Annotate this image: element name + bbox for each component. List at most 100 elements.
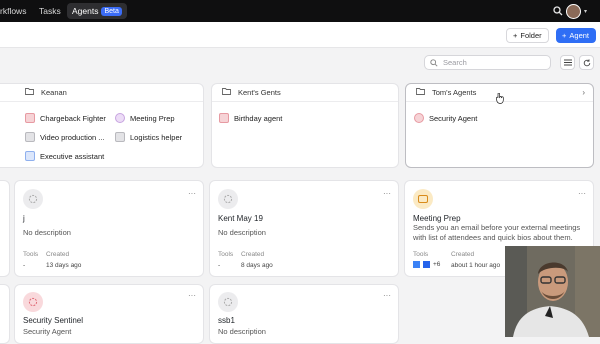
folder-item[interactable]: Birthday agent [219, 113, 282, 123]
folder-item[interactable]: Logistics helper [115, 132, 182, 142]
folder-name: Keanan [41, 88, 67, 97]
agent-description: No description [23, 228, 71, 237]
search-placeholder: Search [443, 58, 467, 67]
tools-value: - [23, 262, 26, 269]
more-options-icon[interactable]: ··· [383, 291, 391, 300]
refresh-icon [583, 58, 590, 66]
add-folder-label: Folder [520, 31, 542, 40]
agent-name: Security Sentinel [23, 316, 84, 325]
outlook-tool-icon [423, 261, 430, 268]
created-value: about 1 hour ago [451, 262, 501, 269]
list-view-button[interactable] [560, 55, 575, 70]
list-icon [563, 59, 572, 66]
folder-icon [222, 88, 231, 97]
agent-name: Kent May 19 [218, 214, 263, 223]
agent-card[interactable]: ··· Kent May 19 No description Tools Cre… [209, 180, 399, 277]
plus-icon: + [513, 31, 518, 40]
folder-item-label: Logistics helper [130, 132, 183, 142]
add-agent-label: Agent [569, 31, 589, 40]
created-label: Created [241, 251, 265, 258]
nav-tasks-label: Tasks [39, 6, 61, 16]
cursor-icon [496, 93, 504, 104]
folder-item-label: Meeting Prep [130, 113, 175, 123]
more-options-icon[interactable]: ··· [188, 291, 196, 300]
tools-label: Tools [23, 251, 39, 258]
folder-header: Keanan [0, 84, 203, 102]
more-options-icon[interactable]: ··· [578, 189, 586, 198]
plus-icon: + [562, 31, 567, 40]
agent-name: ssb1 [218, 316, 235, 325]
agent-description: No description [218, 228, 266, 237]
agents-tab[interactable]: Agents Beta [67, 3, 127, 19]
webcam-overlay [505, 246, 600, 337]
agent-name: Meeting Prep [413, 214, 461, 223]
shield-icon [414, 113, 424, 123]
folder-name: Kent's Gents [238, 88, 281, 97]
nav-agents[interactable]: Agents Beta [67, 0, 127, 22]
cake-icon [219, 113, 229, 123]
folder-item-label: Video production ... [40, 132, 105, 142]
agent-description: Security Agent [23, 327, 72, 336]
agent-name: j [23, 214, 25, 223]
created-value: 13 days ago [46, 262, 82, 269]
tools-more-count: +6 [433, 261, 441, 268]
chevron-down-icon[interactable]: ▾ [584, 8, 587, 15]
folder-item[interactable]: Video production ... [25, 132, 105, 142]
tools-label: Tools [413, 251, 429, 258]
calendar-icon [25, 151, 35, 161]
folder-item-label: Birthday agent [234, 113, 283, 123]
folder-icon [25, 88, 34, 97]
folder-card-kents-gents[interactable]: Kent's Gents Birthday agent [211, 83, 399, 168]
more-options-icon[interactable]: ··· [383, 189, 391, 198]
card-icon [25, 113, 35, 123]
folder-item[interactable]: Meeting Prep [115, 113, 175, 123]
folder-name: Tom's Agents [432, 88, 477, 97]
user-avatar[interactable]: ▾ [566, 0, 587, 22]
refresh-button[interactable] [579, 55, 594, 70]
headset-icon [115, 113, 125, 123]
agent-card[interactable]: ··· Security Sentinel Security Agent [14, 284, 204, 344]
presenter-video [505, 246, 600, 337]
agent-description: No description [218, 327, 266, 336]
created-label: Created [46, 251, 70, 258]
tools-label: Tools [218, 251, 234, 258]
video-icon [25, 132, 35, 142]
folder-item[interactable]: Chargeback Fighter [25, 113, 106, 123]
folder-header: Kent's Gents [212, 84, 398, 102]
folder-item-label: Executive assistant [40, 151, 105, 161]
created-label: Created [451, 251, 475, 258]
agent-avatar-icon [23, 189, 43, 209]
agent-avatar-icon [218, 189, 238, 209]
truck-icon [115, 132, 125, 142]
tools-icons: +6 [413, 261, 440, 268]
agent-card[interactable]: ··· j No description Tools Created - 13 … [14, 180, 204, 277]
agent-description: Sends you an email before your external … [413, 223, 581, 242]
agent-card-partial[interactable] [0, 180, 10, 277]
avatar[interactable] [566, 3, 581, 19]
search-nav-icon[interactable] [553, 0, 563, 22]
nav-workflows[interactable]: rkflows [0, 0, 26, 22]
nav-tasks[interactable]: Tasks [39, 0, 61, 22]
folder-item[interactable]: Security Agent [414, 113, 477, 123]
chevron-right-icon[interactable]: › [582, 88, 585, 97]
nav-agents-label: Agents [72, 6, 99, 16]
folder-card-keanan[interactable]: Keanan Chargeback Fighter Meeting Prep V… [0, 83, 204, 168]
agent-avatar-icon [23, 292, 43, 312]
agent-avatar-icon [218, 292, 238, 312]
add-agent-button[interactable]: + Agent [556, 28, 596, 43]
nav-workflows-label: rkflows [0, 6, 27, 16]
folder-item-label: Chargeback Fighter [40, 113, 106, 123]
created-value: 8 days ago [241, 262, 273, 269]
calendar-tool-icon [413, 261, 420, 268]
add-folder-button[interactable]: + Folder [506, 28, 549, 43]
agent-card[interactable]: ··· ssb1 No description [209, 284, 399, 344]
search-input[interactable]: Search [424, 55, 551, 70]
folder-item-label: Security Agent [429, 113, 478, 123]
tools-value: - [218, 262, 221, 269]
folder-item[interactable]: Executive assistant [25, 151, 104, 161]
agent-avatar-icon [413, 189, 433, 209]
more-options-icon[interactable]: ··· [188, 189, 196, 198]
folder-icon [416, 88, 425, 97]
agent-card-partial[interactable] [0, 284, 10, 344]
briefcase-icon [418, 195, 428, 203]
